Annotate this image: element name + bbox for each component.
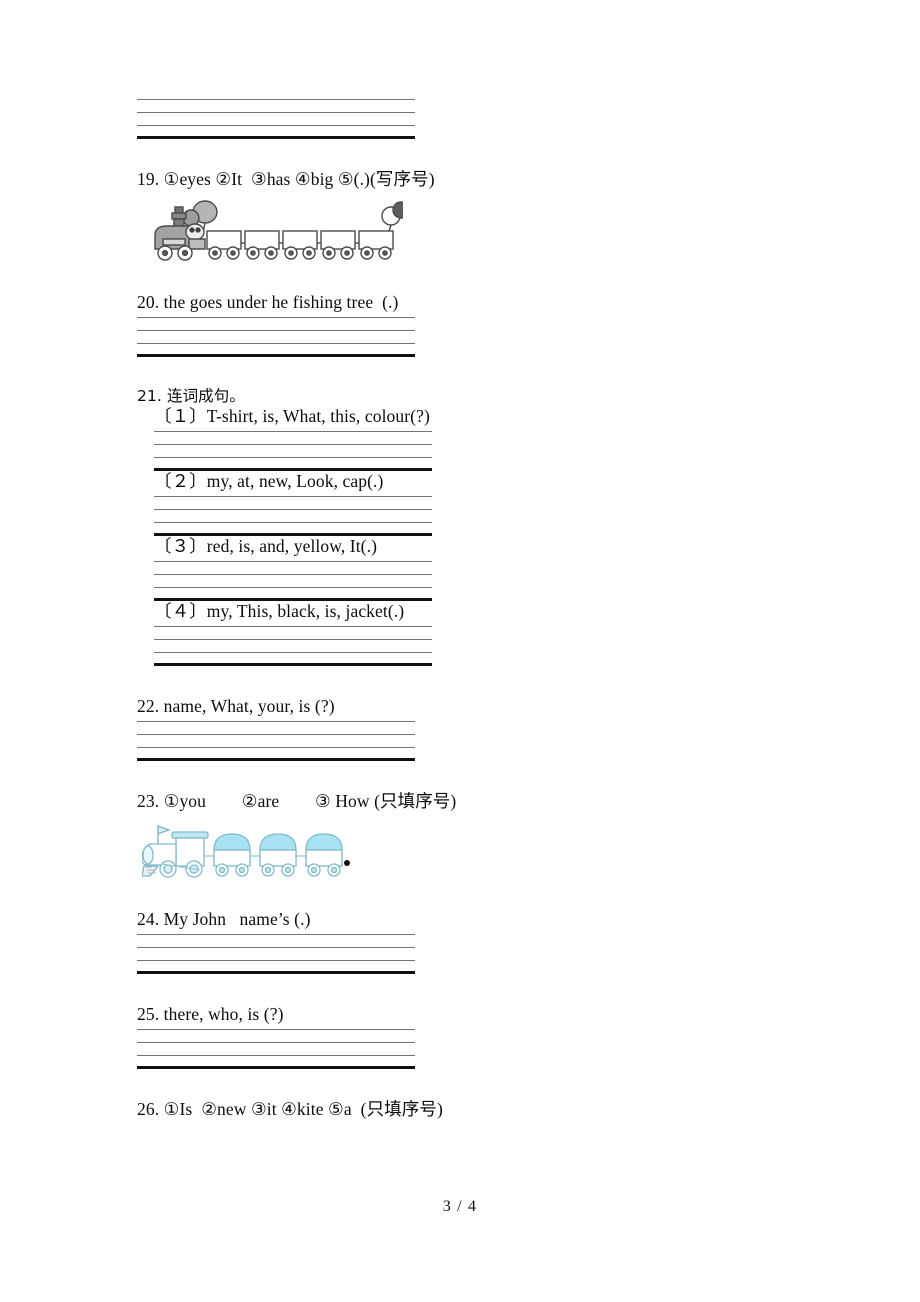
page-number-footer: 3 / 4 xyxy=(442,1198,478,1215)
writing-line xyxy=(137,746,415,748)
answer-lines-q21-2 xyxy=(154,495,432,536)
writing-line xyxy=(137,1029,415,1031)
writing-line xyxy=(137,99,415,100)
writing-line xyxy=(137,112,415,113)
writing-line xyxy=(154,638,432,640)
gray-train-five-cars-svg xyxy=(154,200,410,261)
period-dot xyxy=(344,860,350,867)
writing-line xyxy=(154,586,432,588)
question-22-text: 22. name, What, your, is (?) xyxy=(137,695,335,716)
question-20-text: 20. the goes under he fishing tree (.) xyxy=(137,291,399,312)
writing-line xyxy=(137,1042,415,1044)
writing-line xyxy=(137,125,415,126)
writing-line xyxy=(137,316,415,318)
gray-train-image xyxy=(151,199,777,270)
writing-line xyxy=(154,625,432,627)
writing-line xyxy=(137,947,415,949)
question-24-text: 24. My John name’s (.) xyxy=(137,909,311,930)
question-19-text: 19. ①eyes ②It ③has ④big ⑤(.)(写序号) xyxy=(137,169,435,189)
writing-line xyxy=(154,521,432,523)
writing-line xyxy=(154,495,432,497)
writing-line xyxy=(137,934,415,936)
writing-line xyxy=(137,960,415,962)
writing-line xyxy=(154,573,432,575)
question-23-text: 23. ①you ②are ③ How (只填序号) xyxy=(137,790,457,811)
writing-line xyxy=(154,457,432,458)
answer-lines-q20 xyxy=(137,316,415,357)
writing-line xyxy=(137,342,415,344)
writing-line xyxy=(137,329,415,331)
page-content: 19. ①eyes ②It ③has ④big ⑤(.)(写序号) 20. th… xyxy=(137,96,777,1121)
answer-lines-q21-4 xyxy=(154,625,432,666)
worksheet-page: 19. ①eyes ②It ③has ④big ⑤(.)(写序号) 20. th… xyxy=(0,0,920,1302)
question-21-text: 21. 连词成句。 xyxy=(137,386,245,405)
question-25-text: 25. there, who, is (?) xyxy=(137,1004,284,1025)
writing-line xyxy=(154,560,432,562)
writing-line xyxy=(154,651,432,653)
question-26-text: 26. ①Is ②new ③it ④kite ⑤a (只填序号) xyxy=(137,1099,443,1120)
blue-train-image xyxy=(141,820,777,887)
question-21-4-text: 〔４〕my, This, black, is, jacket(.) xyxy=(154,600,405,621)
answer-lines-q21-3 xyxy=(154,560,432,601)
writing-line xyxy=(154,444,432,445)
answer-lines-q21-1 xyxy=(154,431,432,471)
writing-line xyxy=(137,720,415,722)
answer-lines-top xyxy=(137,99,415,139)
answer-lines-q24 xyxy=(137,934,415,975)
writing-line xyxy=(154,431,432,432)
writing-line xyxy=(154,508,432,510)
blue-train-three-cars-svg xyxy=(141,825,350,879)
question-21-1-text: 〔１〕T-shirt, is, What, this, colour(?) xyxy=(154,406,430,427)
writing-line xyxy=(137,1055,415,1057)
answer-lines-q25 xyxy=(137,1029,415,1070)
writing-line xyxy=(137,733,415,735)
question-21-2-text: 〔２〕my, at, new, Look, cap(.) xyxy=(154,471,384,491)
question-21-3-text: 〔３〕red, is, and, yellow, It(.) xyxy=(154,535,377,556)
answer-lines-q22 xyxy=(137,720,415,761)
